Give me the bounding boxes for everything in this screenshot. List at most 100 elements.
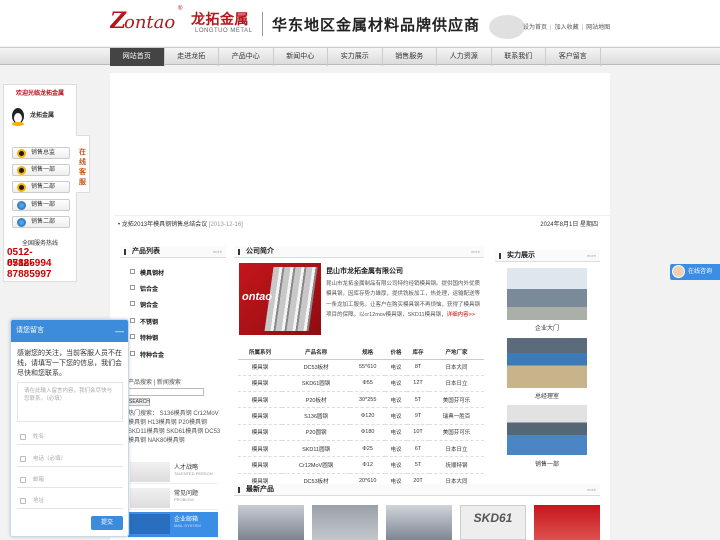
faq-ad[interactable]: 常见问题 PROBLEM [128, 486, 218, 510]
mail-ad[interactable]: 企业邮箱 MAIL SYSTEM [128, 512, 218, 538]
nav-guestbook[interactable]: 客户留言 [546, 48, 601, 66]
name-field[interactable]: 姓名 [17, 429, 123, 445]
about-more[interactable]: more [471, 246, 480, 258]
service-btn-sales1[interactable]: 销售一部 [12, 164, 70, 176]
product-list-title: 产品列表 [132, 248, 160, 255]
nav-news[interactable]: 新闻中心 [274, 48, 328, 66]
customer-service-panel: 欢迎光临龙拓金属 龙拓金属 销售总监 销售一部 销售二部 销售一部 销售二部 全… [3, 84, 77, 282]
search-input[interactable] [128, 388, 204, 396]
spec-cell: 电议 [385, 407, 408, 425]
hotline-number: 0512-87885997 [7, 258, 52, 280]
manager-office-photo[interactable] [507, 338, 587, 388]
registered-mark: ® [178, 6, 183, 12]
product-category[interactable]: 模具钢材 [130, 268, 164, 277]
spec-cell: 模具钢 [238, 407, 282, 425]
spec-cell: Φ12 [350, 456, 386, 474]
intro-more-link[interactable]: 详细内容>> [447, 312, 475, 318]
product-category[interactable]: 不锈钢 [130, 317, 158, 326]
spec-row[interactable]: 模具钢 Cr12MoV圆钢 Φ12 电议 5T 抚顺特钢 [238, 456, 484, 474]
spec-cell: 抚顺特钢 [429, 456, 484, 474]
spec-cell: 模具钢 [238, 440, 282, 458]
news-headline[interactable]: • 龙拓2013年模具钢销售总结会议 [118, 222, 207, 228]
company-image[interactable]: ontao [239, 263, 321, 335]
company-image-logo: ontao [242, 291, 272, 303]
email-field[interactable]: 邮箱 [17, 472, 123, 488]
latest-product-image[interactable] [238, 505, 304, 540]
search-tabs[interactable]: 产品搜索 | 新闻搜索 [128, 377, 181, 386]
qq-icon [17, 183, 26, 192]
nav-home[interactable]: 网站首页 [110, 48, 165, 66]
spec-cell: 55*610 [350, 359, 386, 376]
about-header: 公司简介 more [234, 246, 484, 258]
main-nav: 网站首页 走进龙拓 产品中心 新闻中心 实力展示 销售服务 人力资源 联系我们 … [0, 47, 720, 66]
panel-title: 欢迎光临龙拓金属 [15, 91, 64, 97]
address-field[interactable]: 地址 [17, 493, 123, 509]
spec-cell: 5T [407, 391, 430, 409]
message-textarea[interactable]: 请在此输入留言内容，我们会尽快与您联系。（必填） [17, 382, 123, 422]
service-btn-director[interactable]: 销售总监 [12, 147, 70, 159]
page: Z ontao ® 龙拓金属 LONGTUO METAL 华东地区金属材料品牌供… [0, 0, 720, 540]
talent-ad[interactable]: 人才战略 TALENTED PERSON [128, 460, 218, 484]
spec-cell: 5T [407, 456, 430, 474]
service-btn-sales2[interactable]: 销售二部 [12, 181, 70, 193]
hot-keywords[interactable]: 热门搜索： S136模具钢 Cr12MoV模具钢 H13模具钢 P20模具钢 S… [128, 410, 224, 446]
latest-more[interactable]: more [587, 484, 596, 496]
sitemap-link[interactable]: 网站地图 [586, 25, 610, 31]
col-maker: 产地厂家 [429, 345, 484, 360]
spec-cell: 8T [407, 359, 430, 376]
product-category[interactable]: 特种钢 [130, 333, 158, 342]
current-date: 2024年8月1日 星期四 [540, 222, 598, 228]
slogan: 华东地区金属材料品牌供应商 [272, 16, 481, 34]
latest-product-image[interactable]: SKD61 [460, 505, 526, 540]
spec-cell: 日本日立 [429, 440, 484, 458]
spec-row[interactable]: 模具钢 S136圆钢 Φ120 电议 9T 瑞典一胜百 [238, 407, 484, 425]
service-btn-ww-sales1[interactable]: 销售一部 [12, 199, 70, 211]
product-category[interactable]: 特种合金 [130, 350, 164, 359]
gate-photo[interactable] [507, 268, 587, 320]
submit-button[interactable]: 提交 [91, 516, 123, 530]
latest-product-image[interactable] [312, 505, 378, 540]
gate-caption: 企业大门 [534, 326, 559, 332]
nav-strength[interactable]: 实力展示 [328, 48, 383, 66]
spec-cell: 电议 [385, 440, 408, 458]
product-category[interactable]: 铜合金 [130, 300, 158, 309]
spec-cell: 电议 [385, 391, 408, 409]
latest-product-image[interactable] [386, 505, 452, 540]
header-links: 设为首页 | 加入收藏 | 网站地图 [523, 25, 611, 31]
nav-about[interactable]: 走进龙拓 [165, 48, 219, 66]
product-list-more[interactable]: more [213, 246, 222, 258]
spec-cell: 日本大同 [429, 359, 484, 376]
hotline-label: 全国服务热线 [21, 241, 58, 247]
spec-row[interactable]: 模具钢 P20圆钢 Φ180 电议 10T 美国芬可乐 [238, 424, 484, 441]
nav-hr[interactable]: 人力资源 [437, 48, 492, 66]
qq-icon [17, 149, 26, 158]
longtuo-logo-icon[interactable]: Z ontao [110, 8, 186, 34]
col-series: 所属系列 [238, 345, 282, 360]
spec-table: 所属系列 产品名称 规格 价格 库存 产地厂家 模具钢 DC53板材 55*610 电… [238, 345, 484, 490]
spec-row[interactable]: 模具钢 P20板材 30*255 电议 5T 美国芬可乐 [238, 391, 484, 409]
nav-products[interactable]: 产品中心 [219, 48, 274, 66]
service-btn-ww-sales2[interactable]: 销售二部 [12, 216, 70, 228]
spec-row[interactable]: 模具钢 DC53板材 55*610 电议 8T 日本大同 [238, 359, 484, 376]
add-favorite-link[interactable]: 加入收藏 [555, 25, 579, 31]
spec-cell: 电议 [385, 456, 408, 474]
search-button[interactable]: SEARCH [128, 398, 150, 406]
spec-cell: Φ25 [350, 440, 386, 458]
spec-cell: Φ120 [350, 407, 386, 425]
online-service-tab[interactable]: 在线客服 [76, 135, 90, 193]
nav-sales[interactable]: 销售服务 [383, 48, 437, 66]
product-list-header: 产品列表 more [120, 246, 226, 258]
latest-product-image[interactable] [534, 505, 600, 540]
company-name: 昆山市龙拓金属有限公司 [326, 268, 403, 275]
strength-more[interactable]: more [587, 250, 596, 262]
sales-dept-photo[interactable] [507, 405, 587, 455]
online-consult-button[interactable]: 在线咨询 [670, 264, 720, 280]
spec-row[interactable]: 模具钢 SKD61圆钢 Φ55 电议 12T 日本日立 [238, 375, 484, 393]
product-category[interactable]: 铝合金 [130, 284, 158, 293]
phone-field[interactable]: 电话（必填） [17, 451, 123, 467]
nav-contact[interactable]: 联系我们 [492, 48, 546, 66]
spec-row[interactable]: 模具钢 SKD11圆钢 Φ25 电议 6T 日本日立 [238, 440, 484, 458]
minimize-icon[interactable]: — [115, 320, 124, 342]
spec-cell: 电议 [385, 424, 408, 441]
set-homepage-link[interactable]: 设为首页 [523, 25, 547, 31]
